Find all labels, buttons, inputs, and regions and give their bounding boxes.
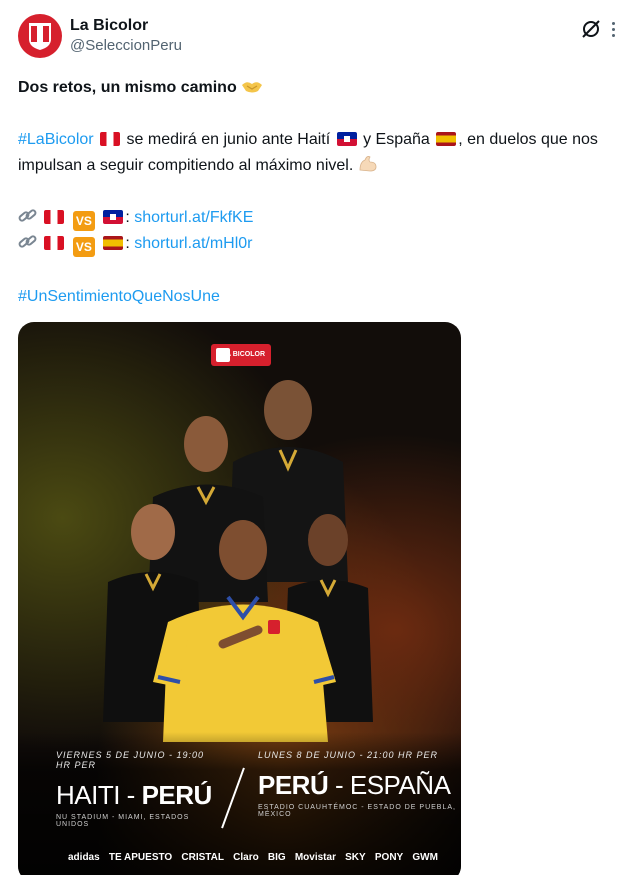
hashtag-unsentimiento[interactable]: #UnSentimientoQueNosUne	[18, 288, 220, 305]
link-line-spain: VS : shorturl.at/mHl0r	[18, 231, 622, 257]
author-names: La Bicolor @SeleccionPeru	[70, 16, 182, 56]
display-name[interactable]: La Bicolor	[70, 16, 182, 36]
body-part2: y España	[363, 131, 430, 148]
tweet-body: #LaBicolor se medirá en junio ante Haití…	[18, 127, 622, 179]
sponsor-logo: GWM	[412, 851, 438, 863]
match1-teams: HAITI - PERÚ	[56, 780, 212, 810]
link-icon	[18, 209, 37, 222]
link-haiti[interactable]: shorturl.at/FkfKE	[134, 209, 253, 226]
spain-flag-icon	[103, 236, 124, 250]
sponsor-logo: Claro	[233, 851, 259, 863]
match2-venue: ESTADIO CUAUHTÉMOC - ESTADO DE PUEBLA, M…	[258, 804, 456, 818]
hashtag-labicolor[interactable]: #LaBicolor	[18, 131, 94, 148]
tweet-headline: Dos retos, un mismo camino	[18, 75, 622, 101]
closing-hashtag-line: #UnSentimientoQueNosUne	[18, 284, 622, 310]
vs-badge: VS	[72, 237, 95, 257]
link-line-haiti: VS : shorturl.at/FkfKE	[18, 205, 622, 231]
sponsor-logo: CRISTAL	[181, 851, 224, 863]
handle[interactable]: @SeleccionPeru	[70, 36, 182, 56]
body-part1: se medirá en junio ante Haití	[126, 131, 331, 148]
tweet-image[interactable]: LA BICOLOR VIERNES 5 DE JUNIO - 19:00 HR…	[18, 322, 461, 875]
match-peru-espana: LUNES 8 DE JUNIO - 21:00 HR PER PERÚ - E…	[258, 750, 458, 818]
fpf-shield-icon	[29, 23, 51, 50]
vs-badge: VS	[72, 211, 95, 231]
match1-venue: NU STADIUM - MIAMI, ESTADOS UNIDOS	[56, 814, 190, 828]
sponsor-logo: PONY	[374, 851, 404, 863]
link-icon	[18, 235, 37, 248]
sponsor-logo: Movistar	[294, 851, 336, 863]
link-spain[interactable]: shorturl.at/mHl0r	[134, 235, 252, 252]
spain-flag-icon	[436, 132, 457, 146]
sponsor-logo: adidas	[68, 851, 100, 863]
sponsor-logos: adidas TE APUESTO CRISTAL Claro BIG Movi…	[68, 846, 438, 868]
flexed-biceps-icon	[359, 156, 377, 172]
match1-date: VIERNES 5 DE JUNIO - 19:00 HR PER	[56, 750, 205, 770]
match2-date: LUNES 8 DE JUNIO - 21:00 HR PER	[258, 750, 439, 760]
sponsor-logo: SKY	[345, 851, 366, 863]
haiti-flag-icon	[103, 210, 124, 224]
peru-flag-icon	[44, 210, 65, 224]
more-options-icon[interactable]	[604, 18, 622, 40]
grok-icon[interactable]	[580, 18, 602, 40]
haiti-flag-icon	[336, 132, 357, 146]
handshake-icon	[242, 82, 263, 93]
match-haiti-peru: VIERNES 5 DE JUNIO - 19:00 HR PER HAITI …	[56, 750, 221, 828]
peru-flag-icon	[44, 236, 65, 250]
sponsor-logo: TE APUESTO	[108, 851, 173, 863]
sponsor-logo: BIG	[267, 851, 286, 863]
peru-flag-icon	[100, 132, 121, 146]
tweet-header: La Bicolor @SeleccionPeru	[18, 14, 622, 60]
match2-teams: PERÚ - ESPAÑA	[258, 770, 451, 800]
link-lines: VS : shorturl.at/FkfKE VS : shorturl.at/…	[18, 205, 622, 257]
headline-text: Dos retos, un mismo camino	[18, 79, 237, 96]
avatar[interactable]	[18, 14, 62, 58]
